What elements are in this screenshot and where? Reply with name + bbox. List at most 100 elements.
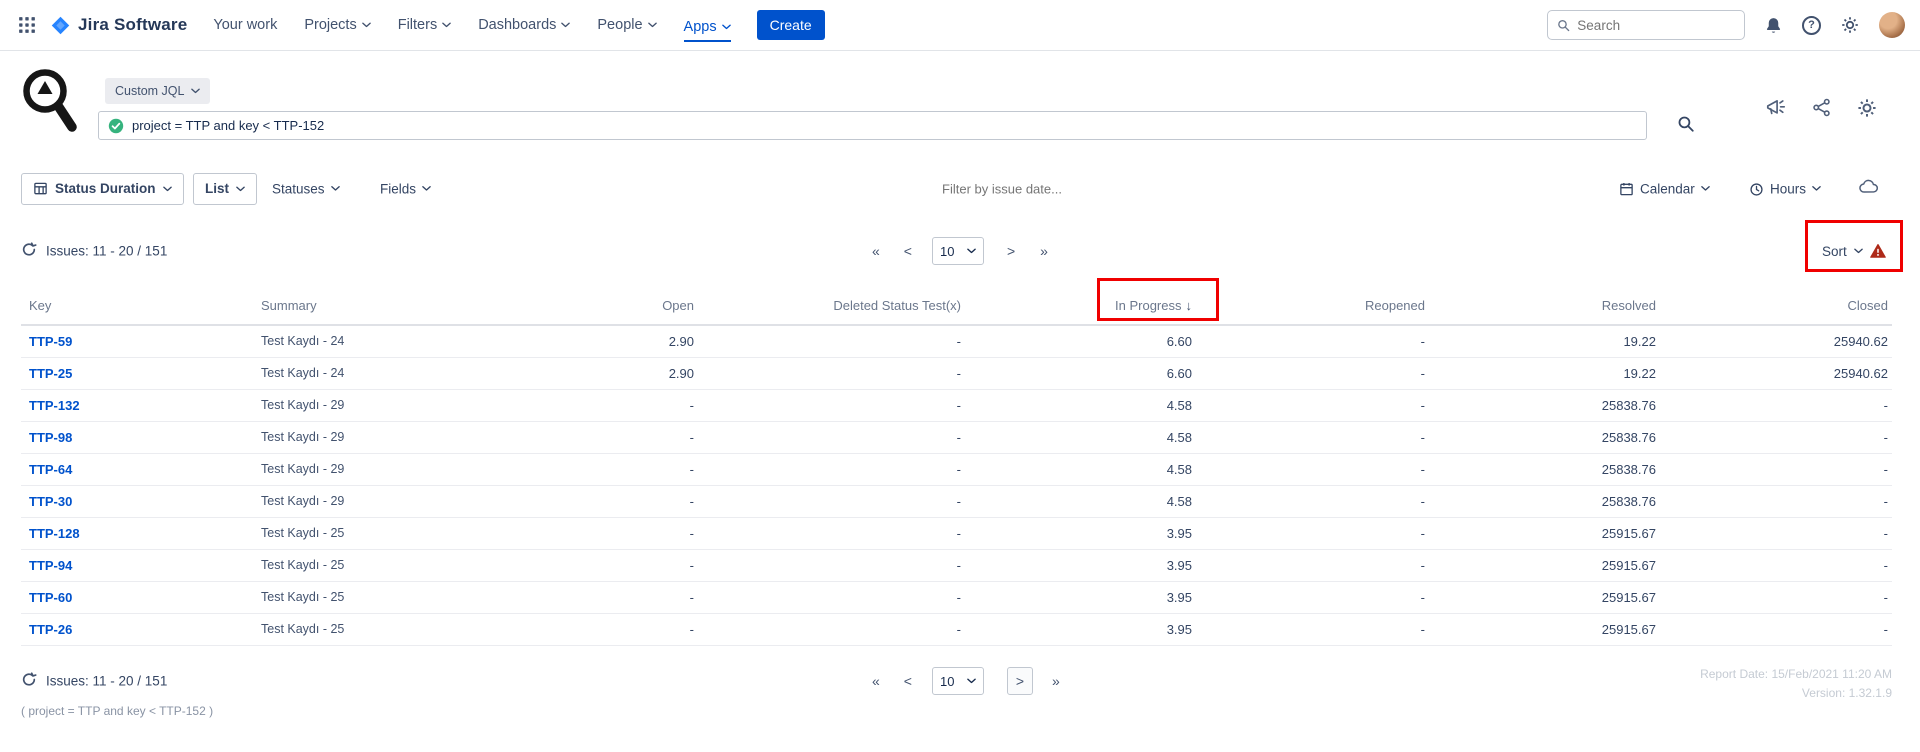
refresh-icon[interactable]	[21, 672, 37, 691]
first-page-button[interactable]: «	[872, 673, 880, 689]
prev-page-button[interactable]: <	[904, 673, 912, 689]
next-page-button[interactable]: >	[1007, 243, 1015, 259]
layout-dropdown[interactable]: List	[193, 173, 257, 205]
first-page-button[interactable]: «	[872, 243, 880, 259]
query-mode-dropdown[interactable]: Custom JQL	[105, 78, 210, 104]
chevron-down-icon	[561, 22, 570, 28]
issue-key-link[interactable]: TTP-30	[29, 494, 72, 509]
column-header-in-progress[interactable]: In Progress ↓	[965, 289, 1196, 325]
chevron-down-icon	[1701, 186, 1710, 192]
jql-query-text[interactable]: project = TTP and key < TTP-152	[132, 118, 1637, 133]
global-search-input[interactable]	[1577, 18, 1735, 33]
nav-item-projects[interactable]: Projects	[304, 13, 370, 37]
table-row: TTP-25 Test Kaydı - 24 2.90 - 6.60 - 19.…	[21, 357, 1892, 389]
sort-dropdown[interactable]: Sort	[1822, 243, 1886, 259]
cell-deleted-status: -	[698, 581, 965, 613]
cell-closed: -	[1660, 517, 1892, 549]
jql-input-field[interactable]: project = TTP and key < TTP-152	[98, 111, 1647, 140]
issue-key-link[interactable]: TTP-132	[29, 398, 80, 413]
page-size-select[interactable]: 10	[932, 237, 984, 265]
issue-key-link[interactable]: TTP-26	[29, 622, 72, 637]
jira-logo[interactable]: Jira Software	[50, 15, 187, 36]
report-settings-gear-icon[interactable]	[1856, 97, 1878, 124]
issue-key-link[interactable]: TTP-94	[29, 558, 72, 573]
run-query-search-icon[interactable]	[1677, 115, 1695, 138]
nav-item-people[interactable]: People	[597, 13, 656, 37]
report-toolbar: Status Duration List Statuses Fields Cal…	[0, 171, 1920, 206]
nav-item-apps[interactable]: Apps	[684, 15, 731, 42]
create-button[interactable]: Create	[757, 10, 825, 40]
cell-reopened: -	[1196, 517, 1429, 549]
cell-reopened: -	[1196, 357, 1429, 389]
column-header-key[interactable]: Key	[21, 289, 253, 325]
fields-dropdown[interactable]: Fields	[380, 181, 431, 196]
sort-desc-arrow-icon: ↓	[1186, 298, 1193, 313]
cell-reopened: -	[1196, 453, 1429, 485]
issue-key-link[interactable]: TTP-25	[29, 366, 72, 381]
cell-summary: Test Kaydı - 29	[253, 485, 553, 517]
column-header-reopened[interactable]: Reopened	[1196, 289, 1429, 325]
grid-view-icon	[33, 181, 48, 196]
top-nav: Jira Software Your work Projects Filters…	[0, 0, 1920, 51]
user-avatar[interactable]	[1879, 12, 1905, 38]
calendar-dropdown[interactable]: Calendar	[1619, 181, 1710, 196]
pager-top: « < 10 > »	[872, 237, 1048, 265]
in-progress-label: In Progress	[1115, 298, 1181, 313]
global-search[interactable]	[1547, 10, 1745, 40]
statuses-dropdown[interactable]: Statuses	[272, 181, 340, 196]
report-type-dropdown[interactable]: Status Duration	[21, 173, 184, 205]
page: Jira Software Your work Projects Filters…	[0, 0, 1920, 752]
last-page-button[interactable]: »	[1040, 243, 1048, 259]
issue-date-filter-input[interactable]	[892, 181, 1112, 196]
time-unit-dropdown[interactable]: Hours	[1749, 181, 1821, 196]
chevron-down-icon	[362, 22, 371, 28]
issue-key-link[interactable]: TTP-59	[29, 334, 72, 349]
cell-resolved: 25838.76	[1429, 389, 1660, 421]
cell-open: -	[553, 517, 698, 549]
settings-gear-icon[interactable]	[1840, 15, 1860, 35]
table-header-row: Key Summary Open Deleted Status Test(x) …	[21, 289, 1892, 325]
nav-item-filters[interactable]: Filters	[398, 13, 451, 37]
cell-open: -	[553, 549, 698, 581]
cell-key: TTP-59	[21, 325, 253, 357]
announcement-megaphone-icon[interactable]	[1765, 97, 1787, 124]
issue-key-link[interactable]: TTP-98	[29, 430, 72, 445]
issue-key-link[interactable]: TTP-128	[29, 526, 80, 541]
next-page-button[interactable]: >	[1007, 667, 1033, 695]
issue-key-link[interactable]: TTP-64	[29, 462, 72, 477]
notifications-bell-icon[interactable]	[1764, 16, 1783, 35]
results-header-row: Issues: 11 - 20 / 151 « < 10 > » Sort	[0, 230, 1920, 272]
column-header-deleted-status[interactable]: Deleted Status Test(x)	[698, 289, 965, 325]
column-header-resolved[interactable]: Resolved	[1429, 289, 1660, 325]
clock-icon	[1749, 181, 1764, 196]
cell-summary: Test Kaydı - 25	[253, 613, 553, 645]
last-page-button[interactable]: »	[1052, 673, 1060, 689]
column-header-open[interactable]: Open	[553, 289, 698, 325]
cell-in-progress: 4.58	[965, 453, 1196, 485]
cell-deleted-status: -	[698, 389, 965, 421]
cell-closed: -	[1660, 453, 1892, 485]
primary-nav: Your work Projects Filters Dashboards Pe…	[213, 0, 730, 50]
refresh-icon[interactable]	[21, 242, 37, 261]
cell-open: -	[553, 453, 698, 485]
nav-item-dashboards[interactable]: Dashboards	[478, 13, 570, 37]
issue-key-link[interactable]: TTP-60	[29, 590, 72, 605]
cell-summary: Test Kaydı - 25	[253, 549, 553, 581]
cell-key: TTP-132	[21, 389, 253, 421]
cell-closed: -	[1660, 581, 1892, 613]
cell-reopened: -	[1196, 389, 1429, 421]
table-row: TTP-128 Test Kaydı - 25 - - 3.95 - 25915…	[21, 517, 1892, 549]
page-size-select[interactable]: 10	[932, 667, 984, 695]
share-icon[interactable]	[1811, 97, 1832, 123]
column-header-summary[interactable]: Summary	[253, 289, 553, 325]
export-cloud-icon[interactable]	[1859, 178, 1879, 199]
report-version: Version: 1.32.1.9	[1700, 684, 1892, 703]
cell-closed: -	[1660, 549, 1892, 581]
prev-page-button[interactable]: <	[904, 243, 912, 259]
column-header-closed[interactable]: Closed	[1660, 289, 1892, 325]
help-icon[interactable]: ?	[1802, 16, 1821, 35]
app-switcher-icon[interactable]	[18, 16, 36, 34]
cell-reopened: -	[1196, 421, 1429, 453]
cell-resolved: 25915.67	[1429, 517, 1660, 549]
nav-item-your-work[interactable]: Your work	[213, 13, 277, 37]
